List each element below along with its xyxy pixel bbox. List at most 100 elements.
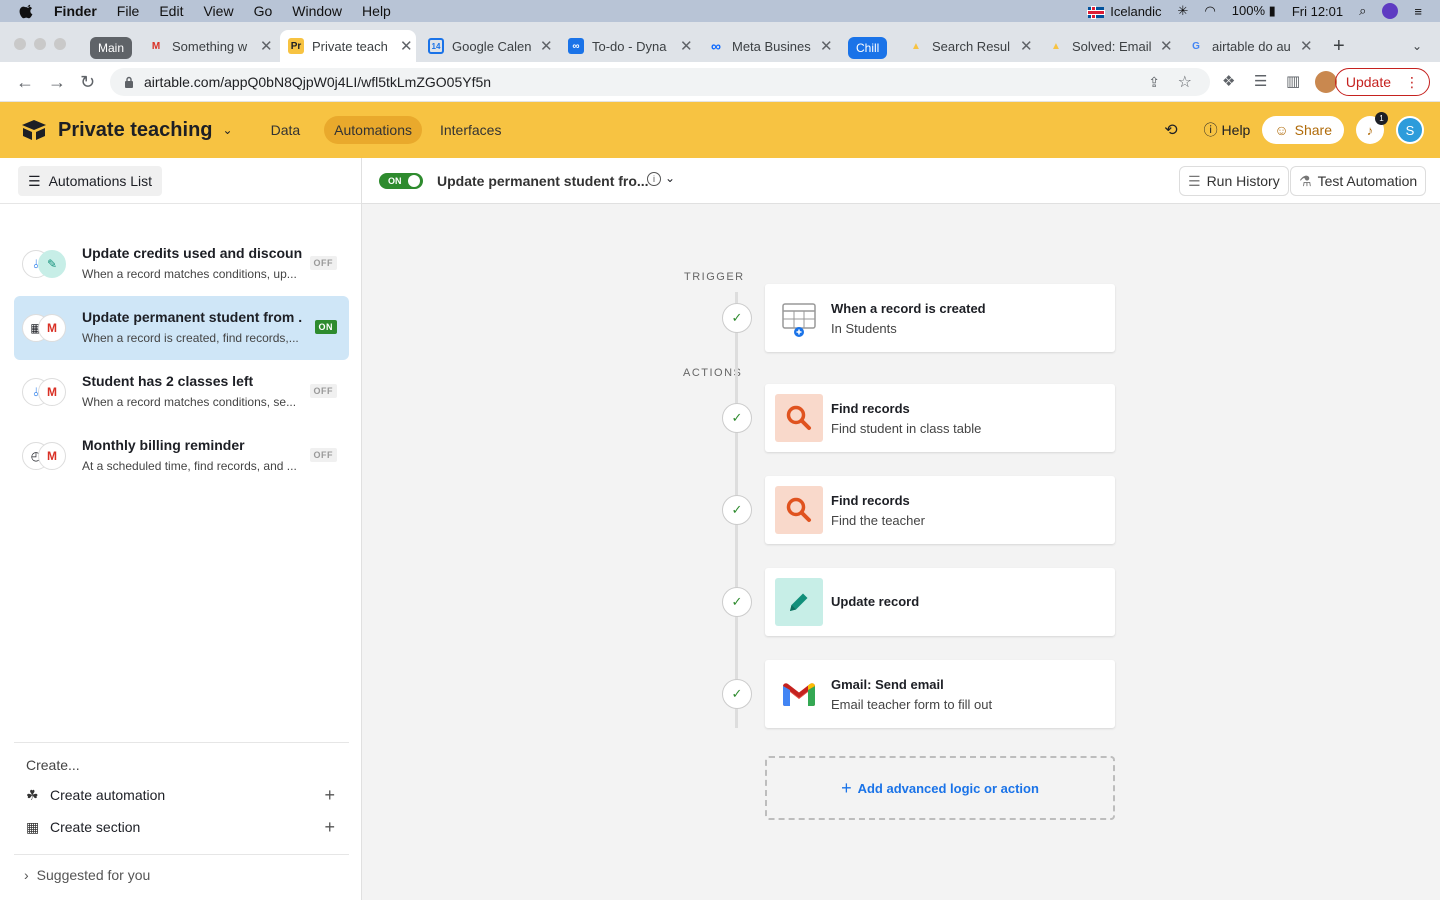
clock[interactable]: Fri 12:01 [1292,4,1343,19]
automation-list: ⫰ ✎ Update credits used and discount When… [14,232,349,488]
info-icon[interactable]: i [647,172,661,186]
automation-on-toggle[interactable]: ON [379,173,423,189]
plus-icon: + [841,777,852,798]
close-tab-icon[interactable]: ✕ [400,37,413,55]
bookmark-star-icon[interactable]: ☆ [1178,72,1192,92]
menu-go[interactable]: Go [254,3,273,19]
profile-avatar[interactable] [1315,71,1337,93]
check-icon: ✓ [722,303,752,333]
tab-group-chill[interactable]: Chill [848,37,888,59]
nav-tab-interfaces[interactable]: Interfaces [430,116,511,144]
side-panel-icon[interactable]: ▥ [1286,72,1300,90]
close-tab-icon[interactable]: ✕ [1020,37,1033,55]
nav-tab-data[interactable]: Data [261,116,311,144]
add-advanced-logic-button[interactable]: + Add advanced logic or action [765,756,1115,820]
tab-title: Meta Busines [732,38,811,54]
new-tab-button[interactable]: + [1325,30,1355,62]
back-arrow-icon[interactable]: ← [16,72,34,93]
zoom-window-button[interactable] [54,38,66,50]
reading-list-icon[interactable]: ☰ [1254,72,1267,90]
share-page-icon[interactable]: ⇪ [1148,74,1160,91]
user-avatar[interactable]: S [1396,116,1424,144]
tab-group-main[interactable]: Main [90,37,133,59]
wifi-icon[interactable]: ◠ [1204,3,1215,19]
google-icon: G [1192,40,1200,52]
bluetooth-icon[interactable]: ✳ [1178,3,1189,19]
pencil-icon: ✎ [38,250,66,278]
menu-view[interactable]: View [203,3,233,19]
history-icon[interactable]: ⟲ [1164,120,1177,140]
siri-icon[interactable] [1382,3,1399,19]
gmail-icon: M [151,40,161,52]
share-button[interactable]: ☺ Share [1262,116,1344,144]
airtable-header: Private teaching ⌄ Data Automations Inte… [0,102,1440,158]
airtable-icon: ▲ [911,40,921,52]
automation-title[interactable]: Update permanent student fro... [437,173,649,189]
close-tab-icon[interactable]: ✕ [680,37,693,55]
run-history-button[interactable]: ☰ Run History [1179,166,1289,196]
sidebar-header: ☰ Automations List [0,158,361,204]
control-center-icon[interactable]: ≡ [1414,4,1422,19]
airtable-logo-icon[interactable] [20,118,48,142]
tab-gmail[interactable]: M Something w ✕ [140,30,276,62]
close-tab-icon[interactable]: ✕ [540,37,553,55]
chrome-update-button[interactable]: Update ⋮ [1334,68,1430,96]
create-automation-button[interactable]: ☘ Create automation + [14,779,349,811]
menu-edit[interactable]: Edit [159,3,183,19]
action-title: Find records [831,401,910,416]
close-window-button[interactable] [14,38,26,50]
close-tab-icon[interactable]: ✕ [820,37,833,55]
nav-tab-automations[interactable]: Automations [324,116,422,144]
tab-solved-email[interactable]: ▲ Solved: Email ✕ [1040,30,1176,62]
create-section-button[interactable]: ▦ Create section + [14,811,349,843]
base-title[interactable]: Private teaching [58,119,213,142]
trigger-card[interactable]: When a record is created In Students [765,284,1115,352]
action-card[interactable]: Gmail: Send email Email teacher form to … [765,660,1115,728]
url-bar[interactable]: airtable.com/appQ0bN8QjpW0j4LI/wfl5tkLmZ… [110,68,1210,96]
automations-list-button[interactable]: ☰ Automations List [18,166,163,196]
iceland-flag-icon [1088,6,1105,18]
automation-item[interactable]: ◴ M Monthly billing reminder At a schedul… [14,424,349,488]
test-automation-button[interactable]: ⚗ Test Automation [1290,166,1427,196]
input-source[interactable]: Icelandic [1088,4,1162,19]
chevron-down-icon[interactable]: ⌄ [665,171,675,185]
chevron-down-icon[interactable]: ⌄ [223,123,233,137]
help-button[interactable]: ⓘ Help [1204,120,1251,140]
action-card[interactable]: Update record [765,568,1115,636]
apple-icon[interactable] [18,2,36,20]
tab-airtable-private-teaching[interactable]: Pr Private teach ✕ [280,30,416,62]
automation-item-active[interactable]: ▦ M Update permanent student from ... Whe… [14,296,349,360]
minimize-window-button[interactable] [34,38,46,50]
tab-meta-business[interactable]: ∞ Meta Busines ✕ [700,30,836,62]
tab-title: Something w [172,38,248,54]
lock-icon[interactable] [124,76,134,88]
flask-icon: ⚗ [1299,172,1312,189]
extensions-icon[interactable]: ❖ [1222,72,1235,90]
plus-icon[interactable]: + [324,785,335,806]
spotlight-search-icon[interactable]: ⌕ [1359,3,1366,19]
tab-google-search[interactable]: Gairtable do au ✕ [1180,30,1316,62]
suggested-for-you[interactable]: › Suggested for you [14,854,349,883]
menu-window[interactable]: Window [292,3,342,19]
tab-title: Google Calen [452,38,532,54]
battery-status[interactable]: 100% ▮ [1232,3,1276,19]
menu-finder[interactable]: Finder [54,3,97,19]
action-card[interactable]: Find records Find the teacher [765,476,1115,544]
close-tab-icon[interactable]: ✕ [1300,37,1313,55]
menu-help[interactable]: Help [362,3,391,19]
tab-search-results[interactable]: ▲ Search Resul ✕ [900,30,1036,62]
close-tab-icon[interactable]: ✕ [260,37,273,55]
menu-file[interactable]: File [117,3,140,19]
plus-icon[interactable]: + [324,817,335,838]
forward-arrow-icon[interactable]: → [48,72,66,93]
tab-todo[interactable]: ∞ To-do - Dyna ✕ [560,30,696,62]
notifications-bell-icon[interactable]: ♪ 1 [1356,112,1388,144]
automation-item[interactable]: ⫰ ✎ Update credits used and discount When… [14,232,349,296]
reload-icon[interactable]: ↻ [80,72,95,93]
automation-item[interactable]: ⫰ M Student has 2 classes left When a rec… [14,360,349,424]
close-tab-icon[interactable]: ✕ [1160,37,1173,55]
status-badge: OFF [309,384,337,398]
tab-search-chevron-icon[interactable]: ⌄ [1404,30,1434,62]
action-card[interactable]: Find records Find student in class table [765,384,1115,452]
tab-google-calendar[interactable]: 14 Google Calen ✕ [420,30,556,62]
